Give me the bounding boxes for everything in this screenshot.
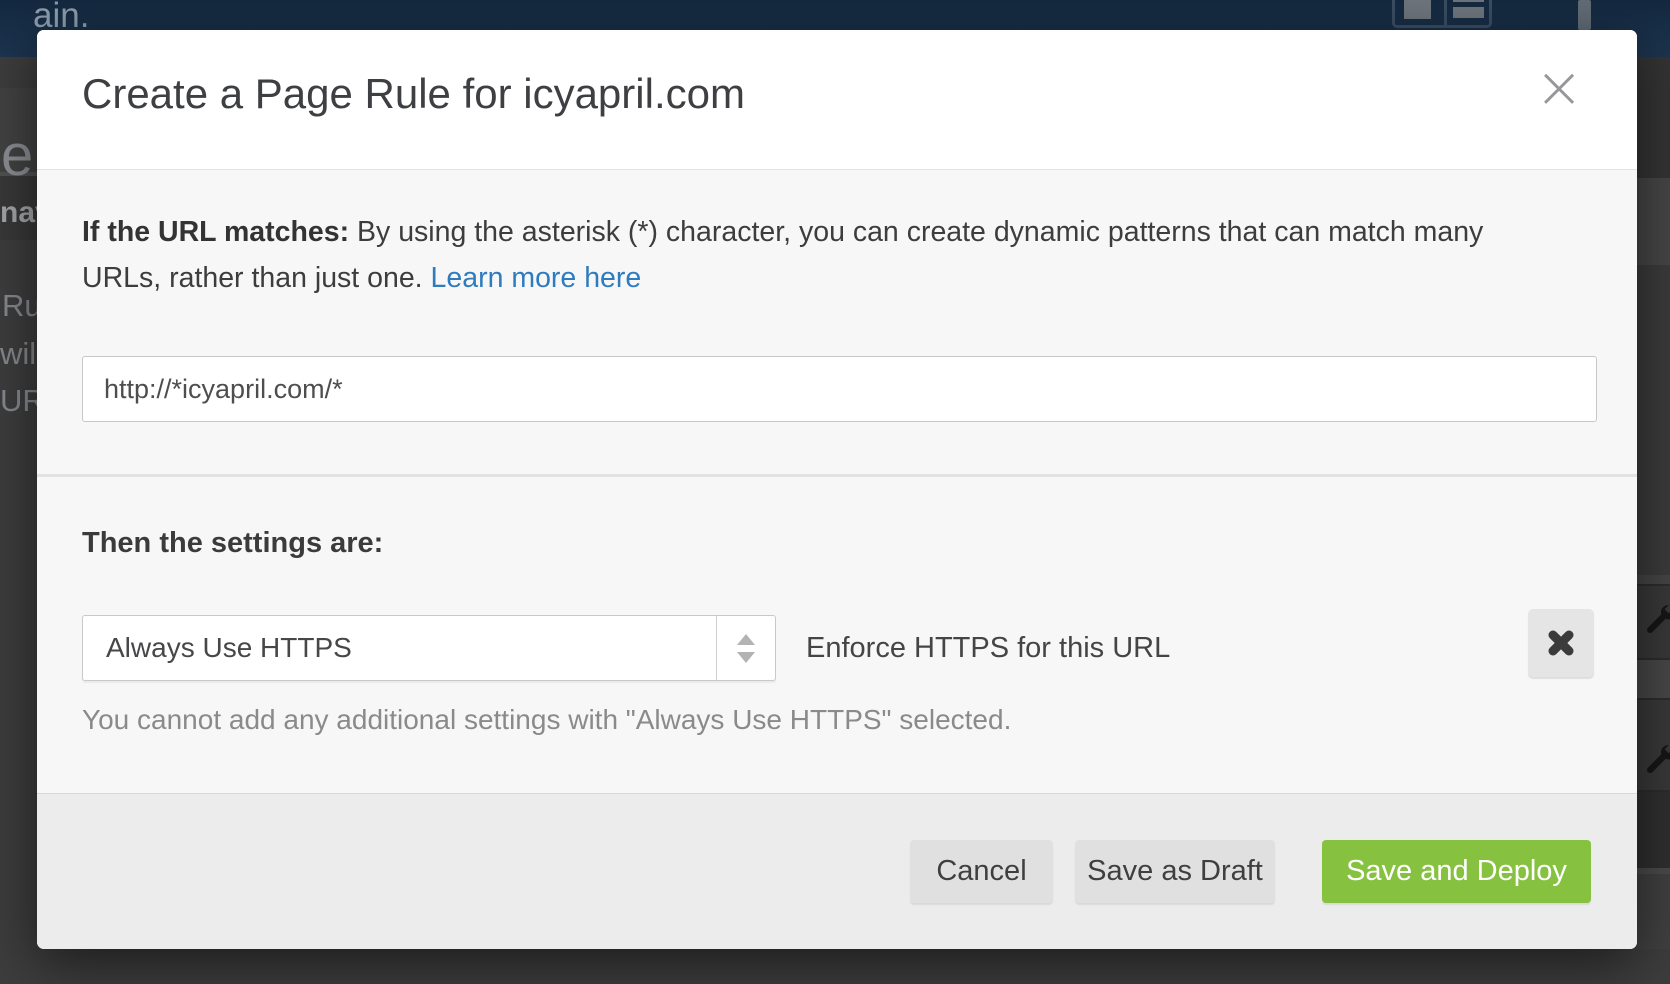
setting-select[interactable]: Always Use HTTPS	[82, 615, 776, 681]
backdrop-band	[1637, 792, 1670, 868]
settings-note: You cannot add any additional settings w…	[82, 704, 1011, 736]
backdrop-band	[1637, 575, 1670, 584]
dialog-header: Create a Page Rule for icyapril.com ×	[37, 30, 1637, 170]
backdrop-band	[1637, 660, 1670, 698]
cancel-button[interactable]: Cancel	[910, 840, 1053, 903]
learn-more-link[interactable]: Learn more here	[431, 262, 642, 294]
close-icon[interactable]: ×	[1529, 52, 1589, 122]
chevron-up-icon	[737, 634, 755, 645]
create-page-rule-dialog: Create a Page Rule for icyapril.com × If…	[37, 30, 1637, 949]
setting-description: Enforce HTTPS for this URL	[806, 615, 1170, 681]
select-stepper-icon[interactable]	[716, 616, 775, 680]
x-icon	[1545, 627, 1577, 659]
wrench-icon	[1641, 602, 1670, 640]
backdrop-band	[1637, 874, 1670, 949]
list-view-icon	[1447, 0, 1489, 25]
chevron-down-icon	[737, 652, 755, 663]
save-and-deploy-button[interactable]: Save and Deploy	[1322, 840, 1591, 903]
backdrop-band	[1637, 57, 1670, 178]
section-divider	[37, 474, 1637, 477]
save-as-draft-button[interactable]: Save as Draft	[1075, 840, 1275, 903]
backdrop-text-fragment: e	[1, 122, 33, 189]
setting-select-value: Always Use HTTPS	[106, 616, 352, 680]
dialog-footer: Cancel Save as Draft Save and Deploy	[37, 793, 1637, 949]
dialog-title: Create a Page Rule for icyapril.com	[82, 70, 745, 118]
view-toggle-icon	[1392, 0, 1492, 28]
remove-setting-button[interactable]	[1528, 609, 1594, 677]
backdrop-row-action-button	[1637, 698, 1670, 792]
settings-heading: Then the settings are:	[82, 527, 383, 560]
backdrop-band	[1637, 265, 1670, 575]
backdrop-text-fragment: Ru	[2, 288, 42, 324]
topbar-partial-icon	[1578, 0, 1591, 30]
url-pattern-input[interactable]	[82, 356, 1597, 422]
url-match-description: If the URL matches: By using the asteris…	[82, 209, 1512, 301]
url-match-label: If the URL matches:	[82, 216, 349, 248]
wrench-icon	[1641, 742, 1670, 780]
backdrop-row-action-button	[1637, 584, 1670, 660]
grid-view-icon	[1395, 0, 1447, 25]
backdrop-band	[1637, 178, 1670, 265]
